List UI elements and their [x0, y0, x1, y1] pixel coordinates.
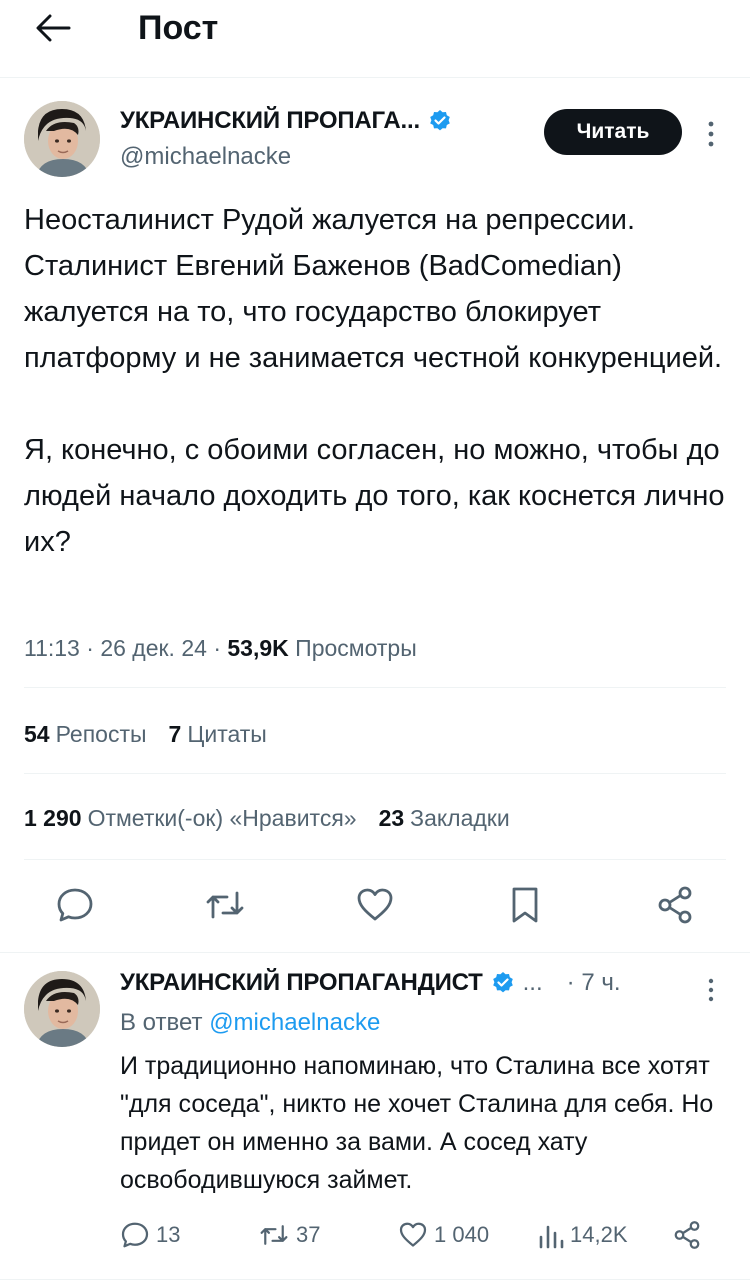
reposts-count: 54 [24, 721, 50, 747]
reply-button[interactable] [50, 880, 100, 930]
views-icon [539, 1225, 564, 1249]
reposts-stat[interactable]: 54 Репосты [24, 721, 147, 748]
verified-badge-icon [492, 972, 513, 993]
reply-time[interactable]: · 7 ч. [567, 969, 621, 997]
views-label: Просмотры [295, 635, 417, 661]
reply-to-link[interactable]: @michaelnacke [209, 1009, 380, 1036]
avatar-photo [24, 971, 100, 1047]
page-title: Пост [138, 9, 219, 47]
quotes-stat[interactable]: 7 Цитаты [169, 721, 267, 748]
comment-icon [121, 1222, 149, 1248]
reply-views-count: 14,2K [570, 1222, 628, 1247]
tweet-action-bar [0, 870, 750, 942]
avatar[interactable] [24, 971, 100, 1047]
repost-stats: 54 Репосты 7 Цитаты [24, 721, 267, 748]
quotes-count: 7 [168, 721, 182, 747]
reply-more-button[interactable] [700, 975, 722, 1005]
reply-like-button[interactable]: 1 040 [398, 1215, 489, 1255]
author-name-text: УКРАИНСКИЙ ПРОПАГА... [120, 107, 420, 134]
reply-comment-button[interactable]: 13 [120, 1215, 180, 1255]
reposts-label: Репосты [55, 721, 147, 747]
bookmarks-stat[interactable]: 23 Закладки [379, 805, 510, 832]
reply-reposts-count: 37 [296, 1222, 321, 1247]
bookmark-button[interactable] [500, 880, 550, 930]
author-handle[interactable]: @michaelnacke [120, 143, 291, 171]
heart-icon [399, 1222, 427, 1247]
divider [24, 859, 726, 860]
reply-to-prefix: В ответ [120, 1009, 203, 1036]
meta-separator: · [86, 635, 101, 661]
likes-stat[interactable]: 1 290 Отметки(-ок) «Нравится» [24, 805, 357, 832]
divider [24, 773, 726, 774]
share-icon [674, 1221, 700, 1249]
reply-text: И традиционно напоминаю, что Сталина все… [120, 1052, 714, 1194]
reply-to-line: В ответ @michaelnacke [120, 1009, 380, 1037]
back-button[interactable] [30, 8, 76, 48]
repost-button[interactable] [200, 880, 250, 930]
comment-icon [57, 888, 93, 922]
like-button[interactable] [350, 880, 400, 930]
reply-repost-button[interactable]: 37 [258, 1215, 320, 1255]
like-stats: 1 290 Отметки(-ок) «Нравится» 23 Закладки [24, 805, 510, 832]
repost-icon [260, 1225, 288, 1245]
avatar-photo [24, 101, 100, 177]
verified-badge-icon [430, 110, 450, 131]
bookmarks-label: Закладки [410, 805, 510, 831]
bookmark-icon [512, 887, 538, 923]
avatar[interactable] [24, 101, 100, 177]
more-options-button[interactable] [700, 117, 722, 151]
follow-button[interactable]: Читать [544, 109, 682, 155]
meta-separator: · [213, 635, 228, 661]
more-vertical-icon [708, 978, 714, 1002]
reply-likes-count: 1 040 [434, 1222, 490, 1247]
repost-icon [206, 891, 244, 919]
reply-comments-count: 13 [156, 1222, 181, 1247]
tweet-date[interactable]: 26 дек. 24 [100, 635, 207, 661]
author-name[interactable]: УКРАИНСКИЙ ПРОПАГА... [120, 107, 452, 135]
arrow-left-icon [36, 14, 71, 42]
quotes-label: Цитаты [187, 721, 267, 747]
reply-author-name[interactable]: УКРАИНСКИЙ ПРОПАГАНДИСТ [120, 969, 483, 997]
reply-views-button[interactable]: 14,2K [538, 1215, 628, 1255]
reply-share-button[interactable] [672, 1215, 702, 1255]
reply-action-bar: 13 37 1 040 14,2K [0, 1215, 750, 1259]
bookmarks-count: 23 [378, 805, 405, 831]
divider [24, 687, 726, 688]
tweet-time[interactable]: 11:13 [24, 635, 80, 661]
reply-tweet[interactable]: УКРАИНСКИЙ ПРОПАГАНДИСТ ... · 7 ч. В отв… [0, 953, 750, 1280]
reply-handle-truncated[interactable]: ... [523, 969, 543, 997]
likes-count: 1 290 [24, 805, 82, 831]
likes-label: Отметки(-ок) «Нравится» [87, 805, 357, 831]
reply-header: УКРАИНСКИЙ ПРОПАГАНДИСТ ... · 7 ч. [120, 969, 621, 997]
share-button[interactable] [650, 880, 700, 930]
tweet-meta: 11:13 · 26 дек. 24 · 53,9K Просмотры [24, 635, 417, 662]
more-vertical-icon [708, 121, 714, 147]
heart-icon [357, 888, 393, 921]
tweet-text: Неосталинист Рудой жалуется на репрессии… [24, 204, 725, 558]
views-count: 53,9K [227, 635, 289, 661]
share-icon [658, 886, 692, 924]
top-bar: Пост [0, 0, 750, 78]
